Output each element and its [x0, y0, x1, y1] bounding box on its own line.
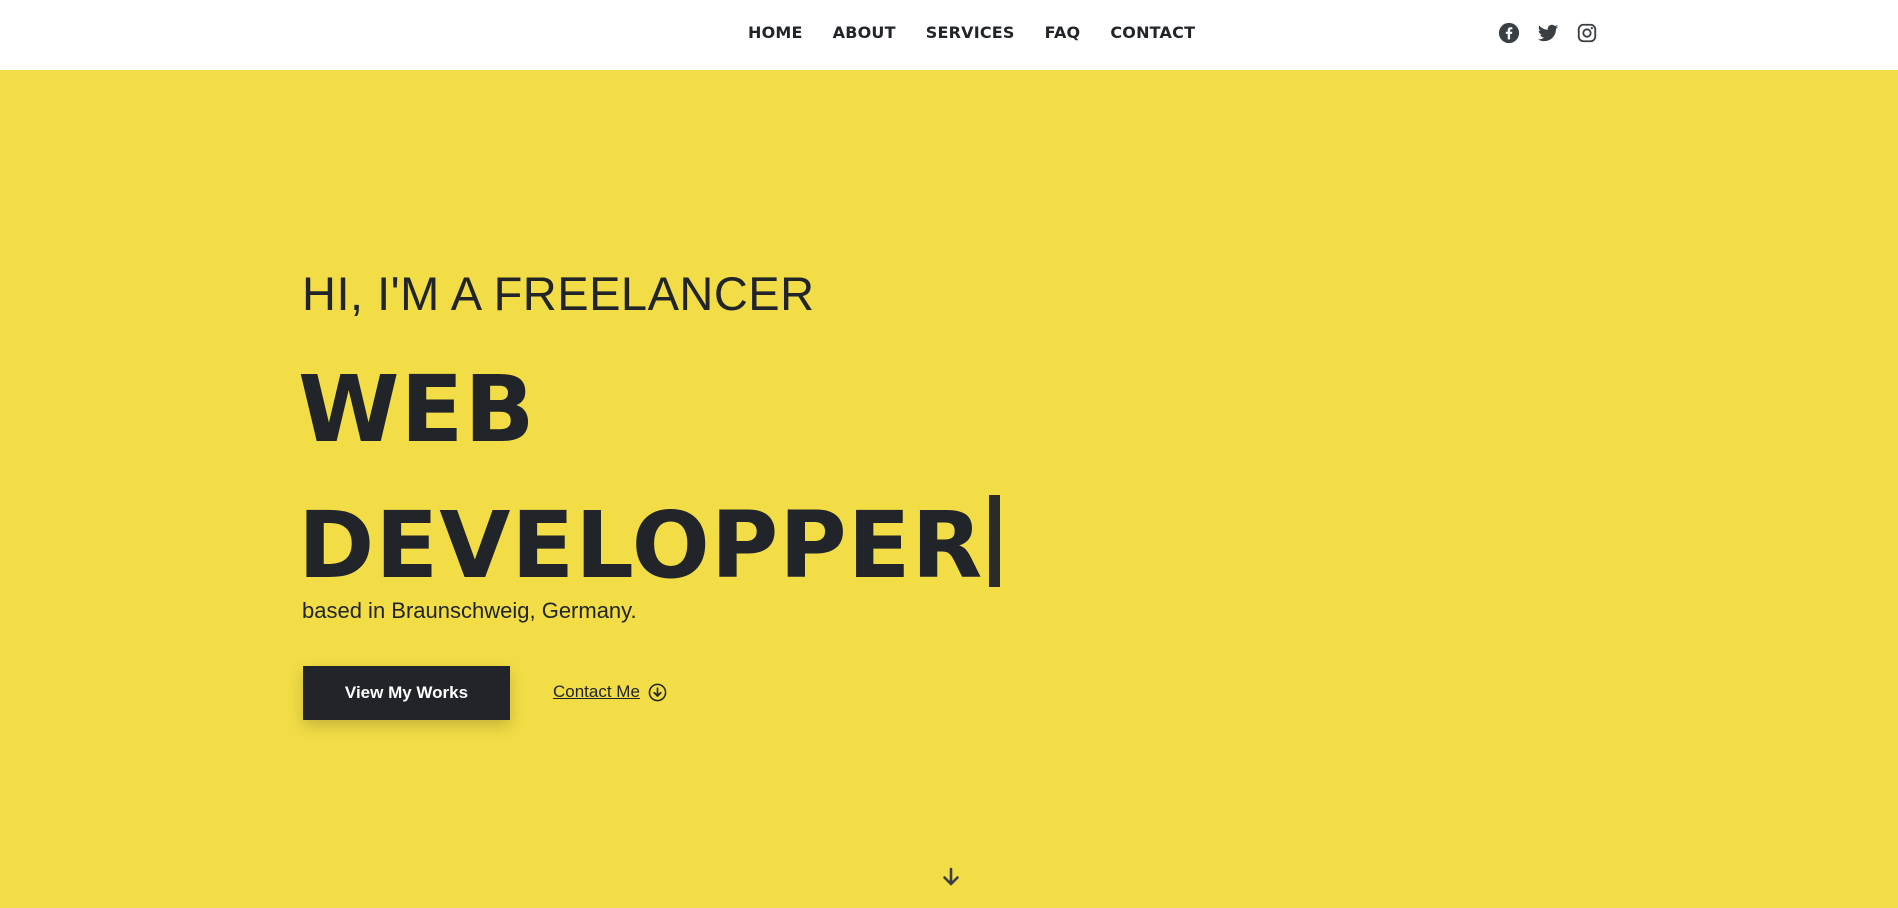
instagram-icon[interactable]	[1576, 22, 1598, 44]
twitter-icon[interactable]	[1537, 22, 1559, 44]
main-nav: HOME ABOUT SERVICES FAQ CONTACT	[748, 22, 1195, 44]
hero-title: WEB DEVELOPPER	[298, 342, 1001, 614]
typing-caret	[989, 495, 1001, 587]
hero-subtitle: HI, I'M A FREELANCER	[302, 267, 815, 320]
contact-me-label: Contact Me	[553, 682, 640, 701]
hero-section: HI, I'M A FREELANCER WEB DEVELOPPER base…	[0, 70, 1898, 908]
nav-item-faq[interactable]: FAQ	[1045, 22, 1081, 44]
hero-title-line-1: WEB	[298, 356, 536, 463]
hero-title-line-2-text: DEVELOPPER	[298, 492, 984, 599]
arrow-down-circle-icon	[648, 683, 667, 701]
contact-me-link[interactable]: Contact Me	[553, 682, 667, 702]
nav-item-services[interactable]: SERVICES	[926, 22, 1015, 44]
navbar: HOME ABOUT SERVICES FAQ CONTACT	[0, 0, 1898, 70]
social-links	[1498, 22, 1598, 44]
facebook-icon[interactable]	[1498, 22, 1520, 44]
scroll-down-arrow-icon[interactable]	[939, 865, 963, 889]
hero-location: based in Braunschweig, Germany.	[302, 598, 637, 623]
nav-item-about[interactable]: ABOUT	[833, 22, 896, 44]
view-my-works-button[interactable]: View My Works	[303, 666, 510, 720]
nav-item-contact[interactable]: CONTACT	[1110, 22, 1195, 44]
nav-item-home[interactable]: HOME	[748, 22, 803, 44]
hero-title-line-2: DEVELOPPER	[298, 478, 1001, 614]
